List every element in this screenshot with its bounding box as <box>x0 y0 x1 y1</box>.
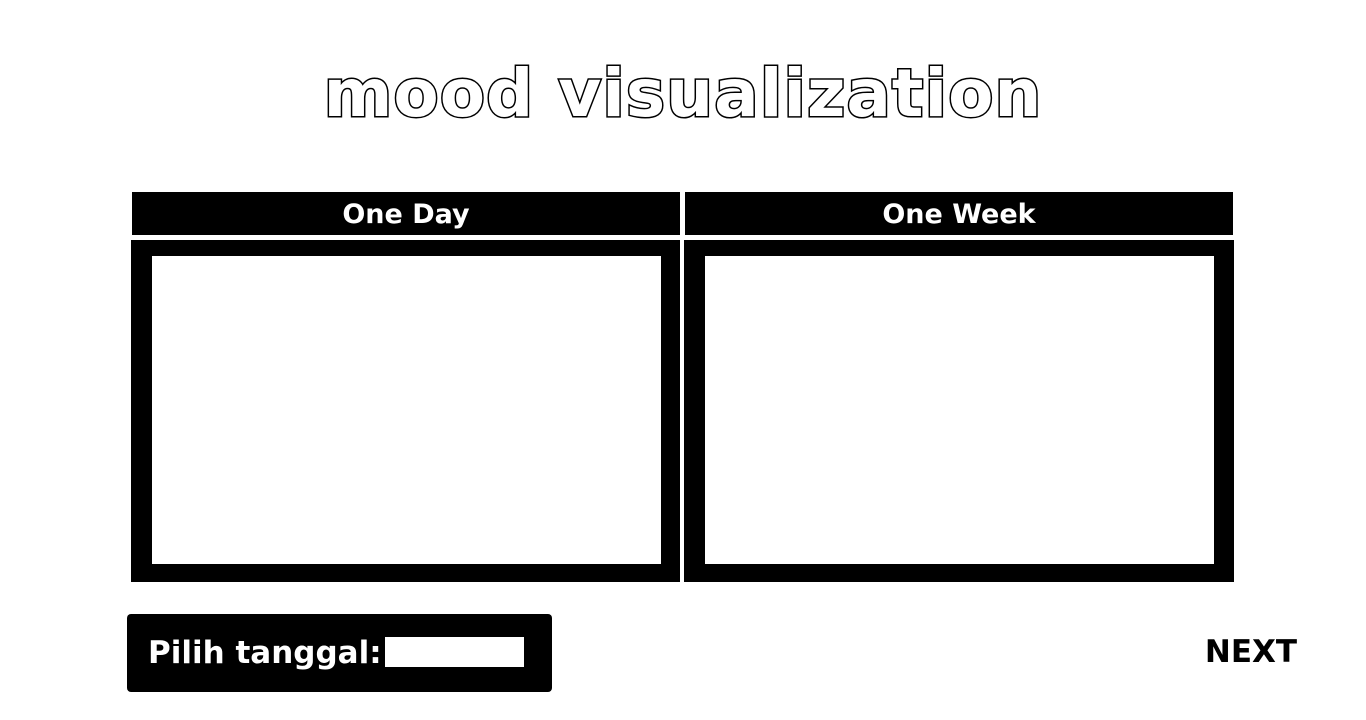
one-week-chart-area <box>705 256 1214 564</box>
date-picker-box: Pilih tanggal: <box>127 614 552 692</box>
page-title: mood visualization <box>322 54 1043 134</box>
date-picker-label: Pilih tanggal: <box>148 635 382 671</box>
next-button[interactable]: NEXT <box>1196 630 1306 674</box>
tab-one-week[interactable]: One Week <box>685 192 1233 235</box>
one-day-panel <box>131 240 680 582</box>
one-week-panel <box>684 240 1234 582</box>
date-input[interactable] <box>385 637 524 667</box>
tab-one-day[interactable]: One Day <box>132 192 680 235</box>
page: mood visualization One Day One Week Pili… <box>0 0 1366 720</box>
one-day-chart-area <box>152 256 661 564</box>
